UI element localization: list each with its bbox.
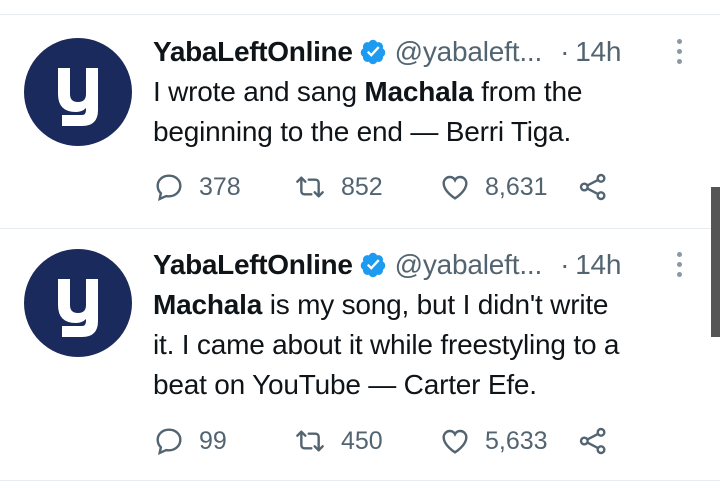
- tweet-header: YabaLeftOnline @yabaleft... · 14h: [153, 245, 622, 285]
- tweet-timestamp[interactable]: 14h: [575, 245, 621, 285]
- avatar[interactable]: [24, 38, 132, 146]
- retweet-icon: [296, 176, 324, 198]
- avatar-logo-icon: [58, 68, 98, 126]
- retweet-icon: [296, 430, 324, 452]
- more-icon[interactable]: [672, 249, 686, 281]
- like-count: 8,631: [485, 172, 548, 201]
- retweet-button[interactable]: 852: [293, 167, 383, 207]
- tweet-timeline: YabaLeftOnline @yabaleft... · 14h I wrot…: [0, 0, 720, 484]
- tweet-text: I wrote and sang Machala from the beginn…: [153, 72, 703, 152]
- verified-badge-icon: [359, 38, 387, 66]
- share-button[interactable]: [577, 421, 609, 461]
- reply-button[interactable]: 99: [153, 421, 227, 461]
- like-icon: [442, 429, 468, 454]
- avatar-logo-icon: [58, 279, 98, 337]
- retweet-count: 450: [341, 426, 383, 455]
- divider: [0, 14, 720, 15]
- author-name[interactable]: YabaLeftOnline: [153, 32, 353, 72]
- reply-count: 99: [199, 426, 227, 455]
- separator-dot: ·: [560, 36, 570, 67]
- avatar[interactable]: [24, 249, 132, 357]
- reply-button[interactable]: 378: [153, 167, 241, 207]
- share-icon: [579, 427, 606, 455]
- divider: [0, 228, 720, 229]
- author-handle[interactable]: @yabaleft...: [395, 245, 543, 285]
- like-icon: [442, 175, 468, 200]
- share-icon: [579, 173, 606, 201]
- author-handle[interactable]: @yabaleft...: [395, 32, 543, 72]
- tweet-actions: 99 450 5,633: [153, 421, 633, 461]
- reply-count: 378: [199, 172, 241, 201]
- tweet-text-part: I wrote and sang: [153, 76, 365, 107]
- tweet-2[interactable]: YabaLeftOnline @yabaleft... · 14h Machal…: [0, 245, 720, 475]
- author-name[interactable]: YabaLeftOnline: [153, 245, 353, 285]
- share-button[interactable]: [577, 167, 609, 207]
- like-count: 5,633: [485, 426, 548, 455]
- verified-badge-icon: [359, 251, 387, 279]
- more-icon[interactable]: [672, 36, 686, 68]
- tweet-text-bold: Machala: [364, 76, 474, 107]
- reply-icon: [156, 428, 182, 456]
- tweet-timestamp[interactable]: 14h: [575, 32, 621, 72]
- tweet-text: Machala is my song, but I didn't write i…: [153, 285, 703, 405]
- retweet-button[interactable]: 450: [293, 421, 383, 461]
- like-button[interactable]: 8,631: [439, 167, 548, 207]
- tweet-header: YabaLeftOnline @yabaleft... · 14h: [153, 32, 622, 72]
- like-button[interactable]: 5,633: [439, 421, 548, 461]
- tweet-1[interactable]: YabaLeftOnline @yabaleft... · 14h I wrot…: [0, 32, 720, 222]
- reply-icon: [156, 174, 182, 202]
- tweet-text-bold: Machala: [153, 289, 263, 320]
- scrollbar[interactable]: [711, 187, 720, 337]
- separator-dot: ·: [560, 249, 570, 280]
- tweet-actions: 378 852 8,631: [153, 167, 633, 207]
- retweet-count: 852: [341, 172, 383, 201]
- divider: [0, 480, 720, 481]
